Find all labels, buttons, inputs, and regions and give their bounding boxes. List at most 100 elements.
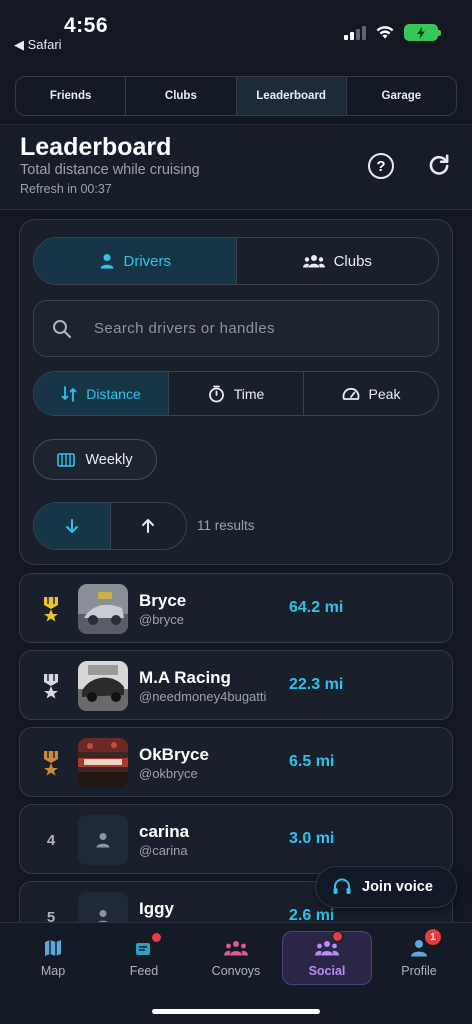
driver-name: OkBryce [139,745,209,764]
person-icon [96,833,110,848]
map-icon [45,940,61,956]
wifi-icon [376,26,394,39]
nav-map[interactable]: Map [8,931,98,985]
speedometer-icon [342,387,359,400]
time-metric-button[interactable]: Time [169,372,304,415]
rank-badge [38,651,64,721]
peak-label: Peak [368,385,401,402]
refresh-button[interactable] [426,152,452,178]
rank-number: 4 [46,831,56,849]
profile-badge-count: 1 [425,929,441,945]
time-label: Time [233,385,265,402]
headset-icon [333,878,351,894]
social-tabs: Friends Clubs Leaderboard Garage [15,76,457,116]
social-icon [315,941,339,956]
leaderboard-row[interactable]: 4 carina @carina 3.0 mi [19,804,453,874]
scope-toggle: Drivers Clubs [33,237,439,285]
arrow-up-icon [142,519,155,533]
sort-order-toggle [33,502,187,550]
rank-badge [38,728,64,798]
rank-badge: 4 [38,805,64,875]
silver-medal-icon [44,674,58,699]
cellular-signal-icon [344,25,366,40]
tab-garage[interactable]: Garage [347,77,456,115]
results-count: 11 results [197,518,255,533]
period-selector[interactable]: Weekly [33,439,157,480]
driver-distance: 3.0 mi [289,830,335,847]
driver-name: M.A Racing [139,668,231,687]
sort-descending-button[interactable] [34,503,111,549]
clubs-toggle-button[interactable]: Clubs [237,238,439,284]
join-voice-button[interactable]: Join voice [315,866,457,908]
driver-handle: @carina [139,843,188,858]
status-time: 4:56 [64,14,109,37]
driver-name: Bryce [139,591,187,610]
person-icon [100,254,113,269]
tab-clubs[interactable]: Clubs [126,77,237,115]
peak-metric-button[interactable]: Peak [304,372,438,415]
stopwatch-icon [208,385,224,402]
nav-feed[interactable]: Feed [99,931,189,985]
refresh-icon [429,155,449,175]
help-button[interactable]: ? [368,153,394,179]
route-icon [61,385,77,402]
search-field [33,300,439,357]
leaderboard-row[interactable]: OkBryce @okbryce 6.5 mi [19,727,453,797]
driver-distance: 64.2 mi [289,599,344,616]
group-icon [302,255,325,268]
home-indicator [152,1009,320,1014]
nav-profile[interactable]: 1 Profile [374,929,464,985]
nav-label: Feed [129,964,159,978]
search-input[interactable] [94,320,414,337]
feed-icon [136,943,150,955]
nav-label: Map [40,964,66,978]
status-icons [344,24,441,41]
page-title: Leaderboard [20,133,172,161]
avatar [78,738,128,788]
avatar [78,584,128,634]
leaderboard-row[interactable]: Bryce @bryce 64.2 mi [19,573,453,643]
clubs-label: Clubs [333,252,372,270]
filter-panel: Drivers Clubs Distance Time [19,219,453,565]
convoys-icon [224,941,248,956]
driver-handle: @bryce [139,612,184,627]
leaderboard-header: Leaderboard Total distance while cruisin… [0,124,472,210]
metric-toggle: Distance Time Peak [33,371,439,416]
sort-ascending-button[interactable] [111,503,187,549]
bronze-medal-icon [44,751,58,776]
social-notification-dot [332,931,343,942]
rank-badge [38,574,64,644]
avatar [78,815,128,865]
back-to-safari-link[interactable]: ◀ Safari [14,37,62,53]
leaderboard-row[interactable]: M.A Racing @needmoney4bugatti 22.3 mi [19,650,453,720]
calendar-week-icon [57,452,76,467]
question-circle-icon: ? [376,157,386,175]
battery-charging-icon [404,24,441,41]
distance-metric-button[interactable]: Distance [34,372,169,415]
nav-label: Profile [401,964,437,978]
tab-leaderboard[interactable]: Leaderboard [236,77,347,115]
join-voice-label: Join voice [362,879,433,895]
profile-icon [411,940,427,957]
driver-distance: 6.5 mi [289,753,335,770]
nav-label: Social [308,964,346,978]
feed-notification-dot [151,932,162,943]
nav-convoys[interactable]: Convoys [191,931,281,985]
driver-name: Iggy [139,899,174,918]
driver-distance: 22.3 mi [289,676,344,693]
nav-social[interactable]: Social [282,931,372,985]
tab-friends[interactable]: Friends [16,77,127,115]
driver-handle: @needmoney4bugatti [139,689,267,704]
refresh-countdown: Refresh in 00:37 [20,182,112,196]
status-bar: 4:56 ◀ Safari [0,0,472,62]
drivers-toggle-button[interactable]: Drivers [34,238,237,284]
gold-medal-icon [44,597,58,622]
page-subtitle: Total distance while cruising [20,162,200,178]
distance-label: Distance [86,385,141,402]
drivers-label: Drivers [123,252,172,270]
nav-label: Convoys [211,964,261,978]
arrow-down-icon [65,519,78,533]
driver-name: carina [139,822,190,841]
driver-handle: @okbryce [139,766,198,781]
avatar [78,661,128,711]
